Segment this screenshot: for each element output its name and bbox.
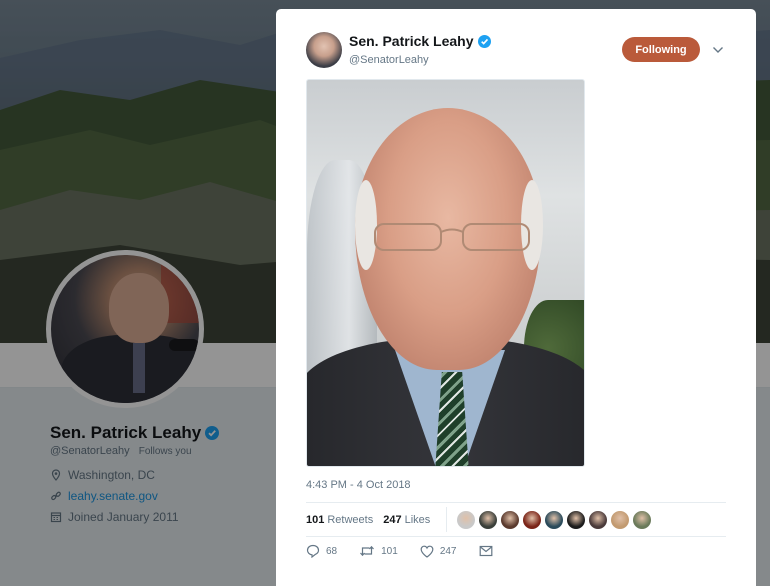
verified-badge-icon [205,426,220,440]
profile-handle[interactable]: @SenatorLeahy [50,445,130,457]
profile-website[interactable]: leahy.senate.gov [50,489,158,503]
reply-count: 68 [326,545,338,557]
profile-location: Washington, DC [50,468,155,482]
author-avatar[interactable] [306,32,342,68]
liker-avatar[interactable] [633,510,652,529]
location-pin-icon [51,469,61,481]
liker-avatar[interactable] [523,510,542,529]
joined-text: Joined January 2011 [68,510,179,524]
liker-avatar[interactable] [501,510,520,529]
author-name[interactable]: Sen. Patrick Leahy [349,33,491,49]
tweet-stats: 101 Retweets 247 Likes [306,502,726,537]
tweet-actions: 68 101 247 [306,544,515,558]
author-handle[interactable]: @SenatorLeahy [349,54,429,66]
liker-avatar[interactable] [589,510,608,529]
retweets-count: 101 [306,513,325,526]
profile-joined: Joined January 2011 [50,510,179,524]
verified-badge-icon [477,34,491,48]
location-text: Washington, DC [68,468,155,482]
heart-icon [420,545,434,558]
likes-label: Likes [404,513,431,526]
author-name-text[interactable]: Sen. Patrick Leahy [349,33,474,49]
retweets-stat[interactable]: 101 Retweets [306,514,373,526]
retweet-action[interactable]: 101 [359,544,398,558]
glasses-shape [374,223,530,251]
liker-avatar[interactable] [457,510,476,529]
chevron-down-icon[interactable] [712,45,724,55]
profile-name-text: Sen. Patrick Leahy [50,423,202,442]
follows-you-badge: Follows you [138,446,192,457]
reply-action[interactable]: 68 [306,544,337,558]
liker-avatar[interactable] [567,510,586,529]
stats-divider [446,507,448,532]
direct-message-action[interactable] [479,545,493,557]
likes-count: 247 [383,513,402,526]
profile-handle-row: @SenatorLeahy Follows you [50,445,192,457]
liker-avatars [457,510,652,529]
reply-icon [306,544,320,558]
liker-avatar[interactable] [479,510,498,529]
tweet-modal: Sen. Patrick Leahy @SenatorLeahy Followi… [276,9,756,586]
envelope-icon [479,545,492,557]
tweet-timestamp[interactable]: 4:43 PM - 4 Oct 2018 [306,479,411,491]
liker-avatar[interactable] [545,510,564,529]
like-count: 247 [439,545,457,557]
retweet-icon [360,545,375,557]
following-button[interactable]: Following [622,37,700,62]
tweet-photo[interactable] [306,79,585,467]
like-action[interactable]: 247 [420,545,457,558]
liker-avatar[interactable] [611,510,630,529]
retweet-count: 101 [381,545,398,557]
profile-name: Sen. Patrick Leahy [50,423,220,443]
profile-avatar[interactable] [46,250,204,408]
retweets-label: Retweets [327,513,374,526]
link-icon [51,491,61,501]
likes-stat[interactable]: 247 Likes [383,514,430,526]
website-link[interactable]: leahy.senate.gov [68,489,158,503]
calendar-icon [50,512,62,523]
